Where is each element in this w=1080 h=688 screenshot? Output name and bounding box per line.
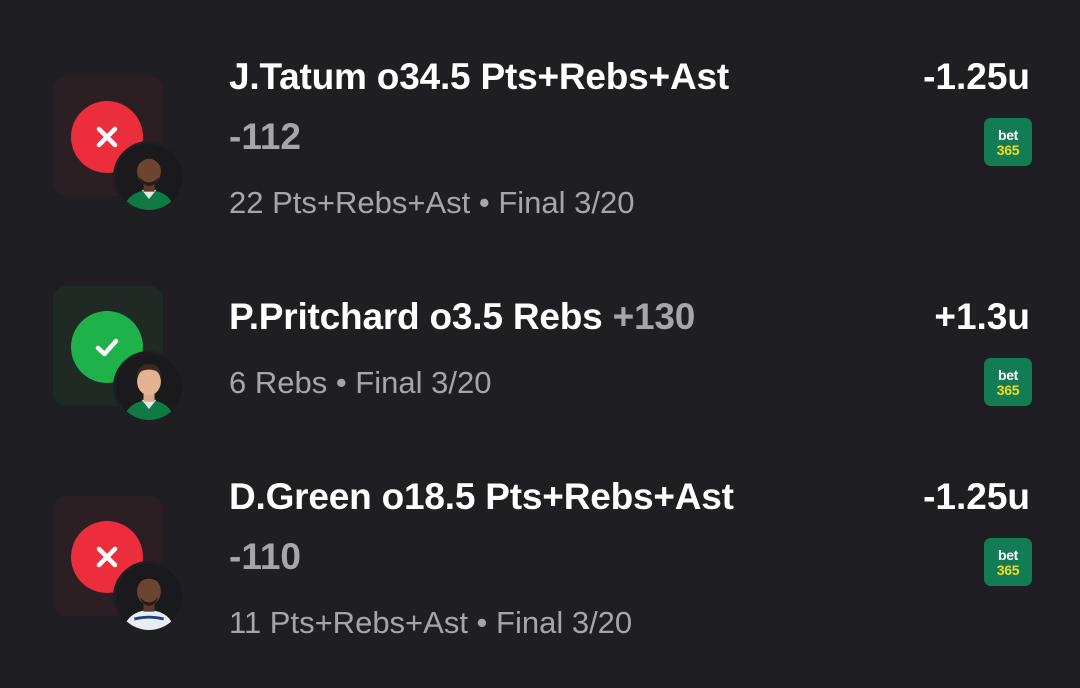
bet-title: D.Green o18.5 Pts+Rebs+Ast — [229, 476, 734, 517]
bet-title: P.Pritchard o3.5 Rebs +130 — [229, 287, 695, 347]
player-avatar — [113, 141, 185, 213]
bet365-logo-icon: bet 365 — [984, 538, 1032, 586]
bet-status-tile — [53, 76, 185, 213]
bet-units: -1.25u — [923, 56, 1030, 97]
bet-odds: -112 — [229, 116, 302, 157]
player-avatar — [113, 351, 185, 423]
bet-units: +1.3u — [934, 296, 1030, 337]
bet365-logo-icon: bet 365 — [984, 358, 1032, 406]
bet-result: 22 Pts+Rebs+Ast • Final 3/20 — [229, 185, 635, 220]
bet-odds: -110 — [229, 536, 302, 577]
bet365-logo-icon: bet 365 — [984, 118, 1032, 166]
bet-history-list: J.Tatum o34.5 Pts+Rebs+Ast -112 22 Pts+R… — [0, 0, 1080, 688]
bet-result: 6 Rebs • Final 3/20 — [229, 365, 492, 400]
bet-odds: +130 — [612, 296, 696, 337]
player-avatar — [113, 561, 185, 633]
bet-units: -1.25u — [923, 476, 1030, 517]
bet-status-tile — [53, 496, 185, 633]
bet-title-text: P.Pritchard o3.5 Rebs — [229, 296, 603, 337]
bet-status-tile — [53, 286, 185, 423]
bet-result: 11 Pts+Rebs+Ast • Final 3/20 — [229, 605, 633, 640]
bet-title: J.Tatum o34.5 Pts+Rebs+Ast — [229, 56, 729, 97]
